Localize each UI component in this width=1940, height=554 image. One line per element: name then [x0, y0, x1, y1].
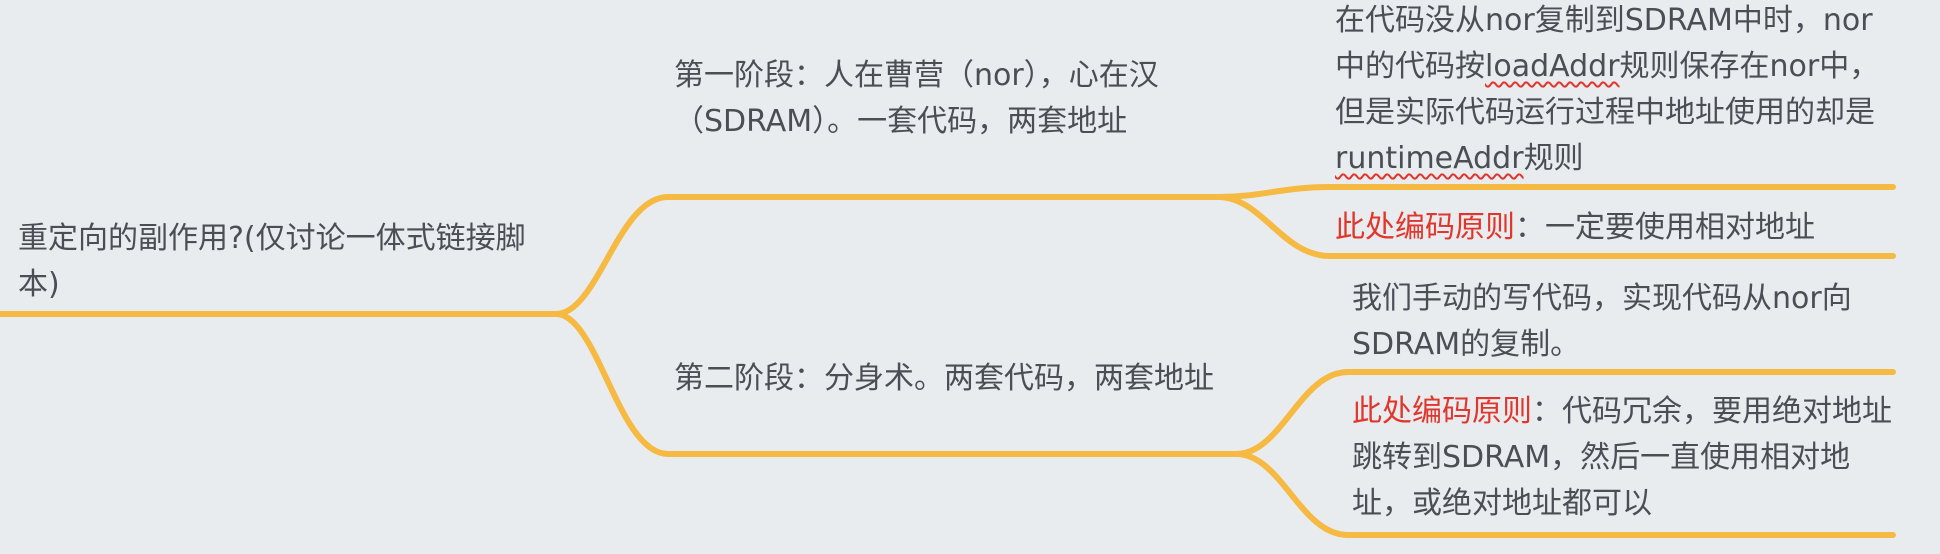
stage1-topic[interactable]: 第一阶段：人在曹营（nor），心在汉（SDRAM）。一套代码，两套地址: [674, 53, 1224, 145]
stage2-leaf-copy-code[interactable]: 我们手动的写代码，实现代码从nor向SDRAM的复制。: [1352, 276, 1892, 368]
principle-text: ：一定要使用相对地址: [1515, 210, 1815, 245]
stage1-leaf-coding-principle[interactable]: 此处编码原则：一定要使用相对地址: [1335, 205, 1895, 251]
stage2-topic[interactable]: 第二阶段：分身术。两套代码，两套地址: [674, 356, 1234, 402]
branch-to-stage1: [553, 194, 1221, 317]
principle-label: 此处编码原则: [1352, 394, 1532, 429]
root-topic[interactable]: 重定向的副作用?(仅讨论一体式链接脚本): [18, 216, 558, 308]
spellcheck-term-runtimeaddr: runtimeAddr: [1335, 141, 1524, 176]
leaf-text-part: 规则: [1523, 141, 1584, 176]
spellcheck-term-loadaddr: loadAddr: [1485, 49, 1620, 84]
stage1-leaf-address-rule[interactable]: 在代码没从nor复制到SDRAM中时，nor中的代码按loadAddr规则保存在…: [1335, 0, 1895, 182]
principle-label: 此处编码原则: [1335, 210, 1515, 245]
stage2-leaf-coding-principle[interactable]: 此处编码原则：代码冗余，要用绝对地址跳转到SDRAM，然后一直使用相对地址，或绝…: [1352, 389, 1892, 527]
stage1-underline-leaf1: [1215, 184, 1896, 200]
